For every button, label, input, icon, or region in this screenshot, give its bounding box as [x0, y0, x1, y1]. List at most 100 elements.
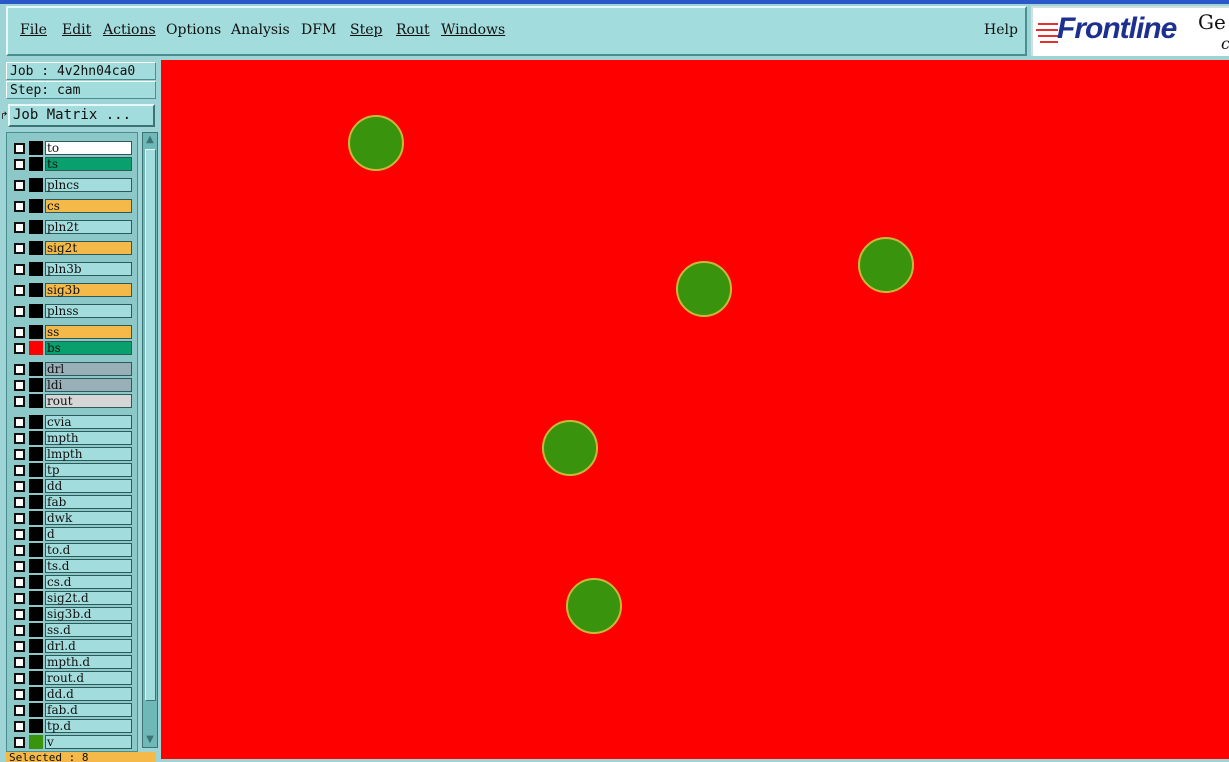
layer-name[interactable]: plncs — [45, 178, 132, 192]
layer-name[interactable]: rout.d — [45, 671, 132, 685]
layer-name[interactable]: sig2t.d — [45, 591, 132, 605]
layer-checkbox[interactable] — [14, 625, 25, 636]
layer-row-rout[interactable]: rout — [11, 394, 134, 408]
layer-row-v[interactable]: v — [11, 735, 134, 749]
layer-name[interactable]: ts — [45, 157, 132, 171]
layer-color-swatch[interactable] — [29, 325, 43, 339]
layer-name[interactable]: mpth.d — [45, 655, 132, 669]
layer-color-swatch[interactable] — [29, 671, 43, 685]
layer-name[interactable]: cs.d — [45, 575, 132, 589]
layer-color-swatch[interactable] — [29, 575, 43, 589]
layer-row-mpth[interactable]: mpth — [11, 431, 134, 445]
graphics-canvas[interactable] — [161, 60, 1229, 759]
layer-checkbox[interactable] — [14, 222, 25, 233]
layer-row-rout-d[interactable]: rout.d — [11, 671, 134, 685]
layer-name[interactable]: tp — [45, 463, 132, 477]
menu-file[interactable]: File — [20, 22, 47, 38]
layer-color-swatch[interactable] — [29, 527, 43, 541]
menu-rout[interactable]: Rout — [396, 22, 430, 38]
menu-step[interactable]: Step — [350, 22, 382, 38]
layer-color-swatch[interactable] — [29, 479, 43, 493]
layer-color-swatch[interactable] — [29, 157, 43, 171]
layer-row-drl-d[interactable]: drl.d — [11, 639, 134, 653]
layer-row-pln2t[interactable]: pln2t — [11, 220, 134, 234]
scroll-up-icon[interactable]: ▲ — [143, 133, 157, 147]
layer-name[interactable]: cs — [45, 199, 132, 213]
layer-row-tp[interactable]: tp — [11, 463, 134, 477]
layer-name[interactable]: fab — [45, 495, 132, 509]
layer-name[interactable]: to — [45, 141, 132, 155]
layer-color-swatch[interactable] — [29, 141, 43, 155]
layer-color-swatch[interactable] — [29, 703, 43, 717]
layer-color-swatch[interactable] — [29, 362, 43, 376]
layer-checkbox[interactable] — [14, 497, 25, 508]
layer-row-to[interactable]: to — [11, 141, 134, 155]
layer-row-ts-d[interactable]: ts.d — [11, 559, 134, 573]
layer-checkbox[interactable] — [14, 396, 25, 407]
layer-row-fab-d[interactable]: fab.d — [11, 703, 134, 717]
layer-checkbox[interactable] — [14, 380, 25, 391]
layer-name[interactable]: drl — [45, 362, 132, 376]
layer-name[interactable]: fab.d — [45, 703, 132, 717]
layer-color-swatch[interactable] — [29, 639, 43, 653]
layer-row-ss[interactable]: ss — [11, 325, 134, 339]
layer-row-sig2t-d[interactable]: sig2t.d — [11, 591, 134, 605]
menu-actions[interactable]: Actions — [103, 22, 156, 38]
layer-checkbox[interactable] — [14, 343, 25, 354]
layer-color-swatch[interactable] — [29, 304, 43, 318]
layer-row-lmpth[interactable]: lmpth — [11, 447, 134, 461]
layer-color-swatch[interactable] — [29, 735, 43, 749]
layer-row-ss-d[interactable]: ss.d — [11, 623, 134, 637]
layer-row-bs[interactable]: bs — [11, 341, 134, 355]
pad[interactable] — [348, 115, 404, 171]
menu-windows[interactable]: Windows — [441, 22, 505, 38]
layer-name[interactable]: rout — [45, 394, 132, 408]
layer-row-pln3b[interactable]: pln3b — [11, 262, 134, 276]
layer-row-dwk[interactable]: dwk — [11, 511, 134, 525]
layer-color-swatch[interactable] — [29, 687, 43, 701]
menu-analysis[interactable]: Analysis — [231, 22, 290, 38]
layer-row-drl[interactable]: drl — [11, 362, 134, 376]
pad[interactable] — [566, 578, 622, 634]
layer-checkbox[interactable] — [14, 545, 25, 556]
layer-color-swatch[interactable] — [29, 199, 43, 213]
layer-checkbox[interactable] — [14, 159, 25, 170]
layer-name[interactable]: ldi — [45, 378, 132, 392]
layer-name[interactable]: sig3b.d — [45, 607, 132, 621]
layer-name[interactable]: pln2t — [45, 220, 132, 234]
layer-name[interactable]: dd.d — [45, 687, 132, 701]
layer-color-swatch[interactable] — [29, 415, 43, 429]
layer-row-fab[interactable]: fab — [11, 495, 134, 509]
layer-name[interactable]: mpth — [45, 431, 132, 445]
layer-checkbox[interactable] — [14, 327, 25, 338]
layer-row-mpth-d[interactable]: mpth.d — [11, 655, 134, 669]
layer-row-sig3b-d[interactable]: sig3b.d — [11, 607, 134, 621]
layer-checkbox[interactable] — [14, 513, 25, 524]
layer-name[interactable]: sig3b — [45, 283, 132, 297]
layer-checkbox[interactable] — [14, 737, 25, 748]
layer-checkbox[interactable] — [14, 364, 25, 375]
layer-name[interactable]: bs — [45, 341, 132, 355]
layer-row-dd-d[interactable]: dd.d — [11, 687, 134, 701]
layer-color-swatch[interactable] — [29, 511, 43, 525]
layer-name[interactable]: pln3b — [45, 262, 132, 276]
layer-checkbox[interactable] — [14, 641, 25, 652]
layer-color-swatch[interactable] — [29, 591, 43, 605]
scroll-down-icon[interactable]: ▼ — [143, 733, 157, 747]
menu-edit[interactable]: Edit — [62, 22, 91, 38]
layer-name[interactable]: ss — [45, 325, 132, 339]
layer-checkbox[interactable] — [14, 561, 25, 572]
layer-color-swatch[interactable] — [29, 559, 43, 573]
layer-row-d[interactable]: d — [11, 527, 134, 541]
layer-checkbox[interactable] — [14, 465, 25, 476]
scroll-thumb[interactable] — [145, 149, 156, 701]
layer-color-swatch[interactable] — [29, 178, 43, 192]
layer-scrollbar[interactable]: ▲ ▼ — [142, 132, 158, 748]
layer-checkbox[interactable] — [14, 417, 25, 428]
layer-checkbox[interactable] — [14, 689, 25, 700]
layer-name[interactable]: dd — [45, 479, 132, 493]
layer-checkbox[interactable] — [14, 285, 25, 296]
layer-checkbox[interactable] — [14, 705, 25, 716]
job-matrix-button[interactable]: Job Matrix ... — [8, 104, 155, 127]
layer-color-swatch[interactable] — [29, 341, 43, 355]
